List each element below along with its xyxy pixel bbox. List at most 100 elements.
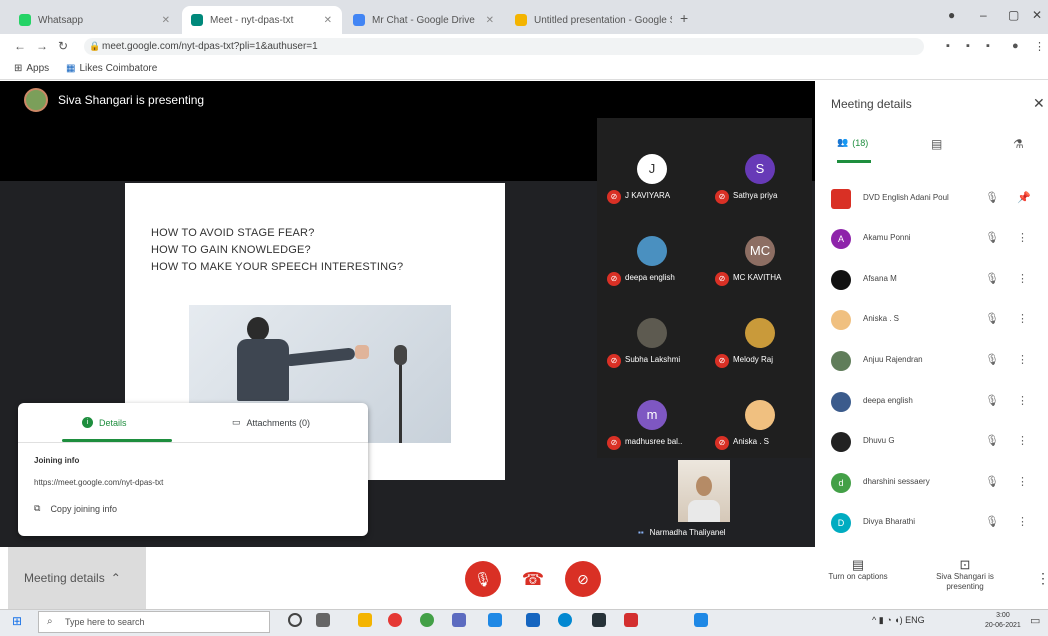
participant-row[interactable]: d dharshini sessaery 🎙 ⋮ <box>815 464 1048 504</box>
presenter-text: Siva Shangari is presenting <box>58 93 205 107</box>
self-view-tile[interactable]: ▪▪ Narmadha Thaliyanel <box>626 458 786 542</box>
participant-name: deepa english <box>625 273 675 282</box>
participant-row[interactable]: Afsana M 🎙 ⋮ <box>815 261 1048 301</box>
activities-icon[interactable]: ⚗ <box>1013 137 1024 151</box>
system-tray[interactable]: ^ ▮ ◔ ◖) ENG <box>872 615 925 626</box>
lock-icon: 🔒 <box>89 41 101 51</box>
captions-button[interactable]: ▤ Turn on captions <box>818 558 898 582</box>
wifi-icon: ◔ <box>886 615 892 625</box>
screen: Whatsapp ✕ Meet - nyt-dpas-txt ✕ Mr Chat… <box>0 0 1048 636</box>
browser-tab-meet[interactable]: Meet - nyt-dpas-txt ✕ <box>182 6 342 34</box>
avatar: d <box>831 473 851 493</box>
word-icon[interactable] <box>694 613 708 627</box>
more-options-icon[interactable]: ⋮ <box>1017 353 1028 366</box>
participant-name: deepa english <box>863 396 913 405</box>
avatar[interactable]: ● <box>1012 40 1019 52</box>
audio-indicator-icon: ▪▪ <box>638 528 644 537</box>
close-icon[interactable]: ✕ <box>316 15 332 26</box>
close-window-icon[interactable]: ✕ <box>1032 8 1042 22</box>
store-icon[interactable] <box>488 613 502 627</box>
participant-tile[interactable]: MC ⊘ MC KAVITHA <box>709 210 809 288</box>
browser-tab-whatsapp[interactable]: Whatsapp ✕ <box>10 6 180 34</box>
participant-row[interactable]: deepa english 🎙 ⋮ <box>815 383 1048 423</box>
cortana-icon[interactable] <box>288 613 302 627</box>
participant-name: dharshini sessaery <box>863 477 930 486</box>
participant-row[interactable]: Dhuvu G 🎙 ⋮ <box>815 423 1048 463</box>
participant-name: Akamu Ponni <box>863 233 911 242</box>
extension-icon[interactable]: ▪ <box>966 40 970 52</box>
chrome-icon[interactable] <box>388 613 402 627</box>
taskbar-search-input[interactable]: ⌕ Type here to search <box>38 611 270 633</box>
more-options-icon[interactable]: ⋮ <box>1017 434 1028 447</box>
mic-off-icon: 🎙 <box>985 516 999 528</box>
participant-tile[interactable]: ⊘ Subha Lakshmi <box>601 292 701 370</box>
back-icon[interactable]: ← <box>14 39 26 53</box>
file-explorer-icon[interactable] <box>358 613 372 627</box>
chat-icon[interactable]: ▤ <box>931 137 942 151</box>
browser-tab-drive[interactable]: Mr Chat - Google Drive ✕ <box>344 6 504 34</box>
participant-tile[interactable]: ⊘ deepa english <box>601 210 701 288</box>
presenting-button[interactable]: ⊡ Siva Shangari is presenting <box>930 558 1000 592</box>
close-icon[interactable]: ✕ <box>154 15 170 26</box>
participant-name: madhusree bal.. <box>625 437 683 446</box>
app-icon[interactable] <box>592 613 606 627</box>
notification-icon[interactable]: ▭ <box>1030 614 1040 627</box>
url-field[interactable]: 🔒 meet.google.com/nyt-dpas-txt?pli=1&aut… <box>84 38 924 55</box>
more-options-icon[interactable]: ⋮ <box>1017 312 1028 325</box>
participant-tile[interactable]: ⊘ Aniska . S <box>709 374 809 452</box>
participant-tile[interactable]: m ⊘ madhusree bal.. <box>601 374 701 452</box>
attachment-icon: ▭ <box>232 417 241 427</box>
app-icon[interactable] <box>624 613 638 627</box>
edge-icon[interactable] <box>558 613 572 627</box>
mic-off-icon: ⊘ <box>715 190 729 204</box>
profile-icon[interactable]: ● <box>948 8 955 22</box>
minimize-icon[interactable]: – <box>980 8 987 22</box>
taskbar-clock[interactable]: 3:00 20-06-2021 <box>985 611 1021 631</box>
more-options-icon[interactable]: ⋮ <box>1017 394 1028 407</box>
close-icon[interactable]: ✕ <box>1033 95 1045 112</box>
more-options-icon[interactable]: ⋮ <box>1017 231 1028 244</box>
tab-people[interactable]: 👥 (18) <box>837 137 868 148</box>
meeting-link[interactable]: https://meet.google.com/nyt-dpas-txt <box>34 478 163 487</box>
forward-icon[interactable]: → <box>36 39 48 53</box>
more-options-icon[interactable]: ⋮ <box>1036 570 1048 587</box>
close-icon[interactable]: ✕ <box>478 15 494 26</box>
participant-row[interactable]: A Akamu Ponni 🎙 ⋮ <box>815 220 1048 260</box>
extension-icon[interactable]: ▪ <box>946 40 950 52</box>
participant-row[interactable]: DVD English Adani Poul 🎙 📌 <box>815 180 1048 220</box>
microphone-icon <box>394 345 407 365</box>
app-icon[interactable] <box>526 613 540 627</box>
participant-row[interactable]: Anjuu Rajendran 🎙 ⋮ <box>815 342 1048 382</box>
browser-tab-slides[interactable]: Untitled presentation - Google S ✕ <box>506 6 672 34</box>
participant-row[interactable]: Aniska . S 🎙 ⋮ <box>815 301 1048 341</box>
pin-icon[interactable]: 📌 <box>1017 191 1031 204</box>
teams-icon[interactable] <box>452 613 466 627</box>
task-view-icon[interactable] <box>316 613 330 627</box>
extension-icon[interactable]: ▪ <box>986 40 990 52</box>
windows-start-icon[interactable]: ⊞ <box>12 614 22 628</box>
more-options-icon[interactable]: ⋮ <box>1017 272 1028 285</box>
more-options-icon[interactable]: ⋮ <box>1017 515 1028 528</box>
bookmark-apps[interactable]: ⊞ Apps <box>14 63 49 74</box>
tab-attachments[interactable]: ▭ Attachments (0) <box>232 417 310 428</box>
participant-row[interactable]: D Divya Bharathi 🎙 ⋮ <box>815 504 1048 544</box>
tab-details[interactable]: i Details <box>82 417 127 428</box>
microphone-toggle-button[interactable]: 🎙 <box>465 561 501 597</box>
more-options-icon[interactable]: ⋮ <box>1017 475 1028 488</box>
meeting-details-button[interactable]: Meeting details ⌃ <box>8 547 146 609</box>
participant-tile[interactable]: S ⊘ Sathya priya <box>709 128 809 206</box>
camera-toggle-button[interactable]: ⊘ <box>565 561 601 597</box>
mic-off-icon: ⊘ <box>607 190 621 204</box>
participant-tile[interactable]: ⊘ Melody Raj <box>709 292 809 370</box>
panel-title: Meeting details <box>831 97 912 111</box>
maximize-icon[interactable]: ▢ <box>1008 8 1019 22</box>
copy-joining-info-button[interactable]: ⧉ Copy joining info <box>34 503 117 514</box>
new-tab-button[interactable]: + <box>680 10 688 26</box>
participant-tile[interactable]: J ⊘ J KAVIYARA <box>601 128 701 206</box>
volume-icon: ◖) <box>894 615 903 625</box>
leave-call-button[interactable]: ☎ <box>515 561 551 597</box>
reload-icon[interactable]: ↻ <box>58 39 68 53</box>
app-icon[interactable] <box>420 613 434 627</box>
bookmark-item[interactable]: ▦ Likes Coimbatore <box>66 63 157 74</box>
menu-icon[interactable]: ⋮ <box>1034 40 1045 53</box>
